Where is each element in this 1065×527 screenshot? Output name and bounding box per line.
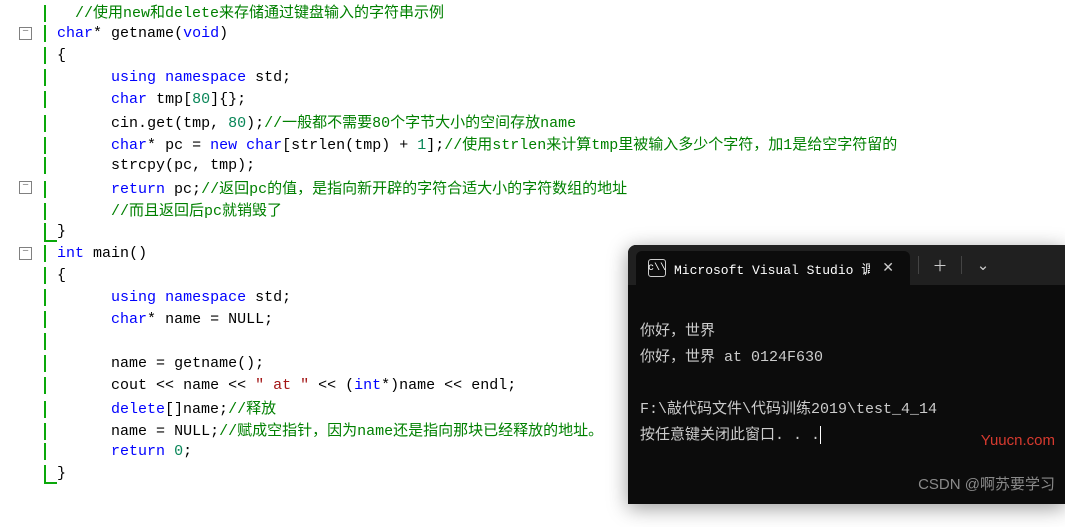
terminal-titlebar[interactable]: c\\ Microsoft Visual Studio 调试控 ✕ ＋ ⌄ (628, 245, 1065, 285)
divider (961, 256, 962, 274)
keyword: int (57, 245, 84, 262)
watermark-red: Yuucn.com (981, 428, 1055, 454)
terminal-window[interactable]: c\\ Microsoft Visual Studio 调试控 ✕ ＋ ⌄ 你好… (628, 245, 1065, 504)
keyword: void (183, 25, 219, 42)
comment: //使用new和delete来存储通过键盘输入的字符串示例 (75, 5, 444, 22)
terminal-output[interactable]: 你好，世界 你好，世界 at 0124F630 F:\敲代码文件\代码训练201… (628, 285, 1065, 504)
null-macro: NULL (228, 311, 264, 328)
brace: } (57, 465, 66, 482)
brace: { (57, 47, 66, 64)
string-literal: " at " (255, 377, 309, 394)
identifier: pc; (165, 181, 201, 198)
function-name: main (93, 245, 129, 262)
close-tab-icon[interactable]: ✕ (878, 260, 898, 277)
tab-dropdown-button[interactable]: ⌄ (966, 251, 1000, 279)
comment: //返回pc的值，是指向新开辟的字符合适大小的字符数组的地址 (201, 181, 627, 198)
output-line: F:\敲代码文件\代码训练2019\test_4_14 (640, 401, 937, 418)
identifier: []name; (165, 401, 228, 418)
comment: //释放 (228, 401, 276, 418)
brace: { (57, 267, 66, 284)
null-macro: NULL (174, 423, 210, 440)
fold-icon[interactable]: − (19, 247, 32, 260)
output-line: 你好，世界 at 0124F630 (640, 349, 823, 366)
keyword: delete (111, 401, 165, 418)
comment: //而且返回后pc就销毁了 (111, 203, 282, 220)
terminal-app-icon: c\\ (648, 259, 666, 277)
terminal-cursor (820, 426, 821, 444)
watermark-grey: CSDN @啊苏要学习 (918, 472, 1055, 498)
brace: } (57, 223, 66, 240)
output-line: 按任意键关闭此窗口. . . (640, 427, 820, 444)
comment: //赋成空指针，因为name还是指向那块已经释放的地址。 (219, 423, 603, 440)
keyword: char (57, 25, 93, 42)
fold-icon[interactable]: − (19, 27, 32, 40)
comment: //一般都不需要80个字节大小的空间存放name (264, 115, 576, 132)
terminal-tab[interactable]: c\\ Microsoft Visual Studio 调试控 ✕ (636, 251, 910, 285)
terminal-tab-title: Microsoft Visual Studio 调试控 (674, 259, 870, 278)
function-name: getname (111, 25, 174, 42)
output-line: 你好，世界 (640, 323, 715, 340)
fold-icon[interactable]: − (19, 181, 32, 194)
comment: //使用strlen来计算tmp里被输入多少个字符，加1是给空字符留的 (444, 137, 897, 154)
divider (918, 256, 919, 274)
new-tab-button[interactable]: ＋ (923, 251, 957, 279)
keyword: new (210, 137, 237, 154)
keyword: return (111, 181, 165, 198)
